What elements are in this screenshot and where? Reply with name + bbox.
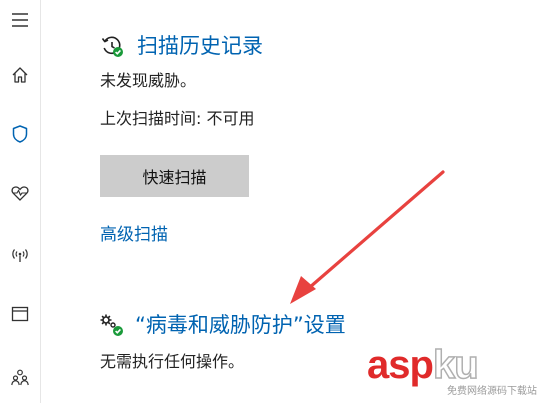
shield-icon [12, 125, 28, 143]
settings-status-text: 无需执行任何操作。 [100, 352, 245, 371]
nav-firewall-network-button[interactable] [0, 235, 40, 275]
wireless-network-icon [12, 249, 28, 262]
watermark-wordmark: aspku [367, 343, 479, 387]
family-people-icon [11, 369, 29, 386]
history-clock-check-icon [101, 36, 123, 57]
nav-home-button[interactable] [0, 55, 40, 95]
nav-device-health-button[interactable] [0, 173, 40, 213]
threat-status-text: 未发现威胁。 [100, 71, 197, 90]
quick-scan-button[interactable]: 快速扫描 [100, 155, 249, 197]
app-browser-window-icon [11, 306, 29, 322]
watermark-logo: aspku 免费网络源码下载站 [367, 343, 537, 397]
last-scan-time-text: 上次扫描时间: 不可用 [100, 109, 255, 128]
heart-health-icon [11, 186, 29, 201]
hamburger-menu-button[interactable] [0, 0, 40, 40]
nav-app-browser-button[interactable] [0, 294, 40, 334]
scan-history-title[interactable]: 扫描历史记录 [137, 36, 263, 57]
virus-settings-title[interactable]: “病毒和威胁防护”设置 [135, 315, 346, 336]
advanced-scan-link[interactable]: 高级扫描 [100, 227, 168, 244]
nav-family-options-button[interactable] [0, 357, 40, 397]
hamburger-menu-icon [12, 13, 28, 27]
gears-check-icon [100, 314, 123, 336]
home-icon [12, 67, 28, 83]
watermark-subtitle: 免费网络源码下载站 [447, 386, 537, 397]
left-nav-rail [0, 0, 41, 403]
nav-virus-protection-button[interactable] [0, 114, 40, 154]
